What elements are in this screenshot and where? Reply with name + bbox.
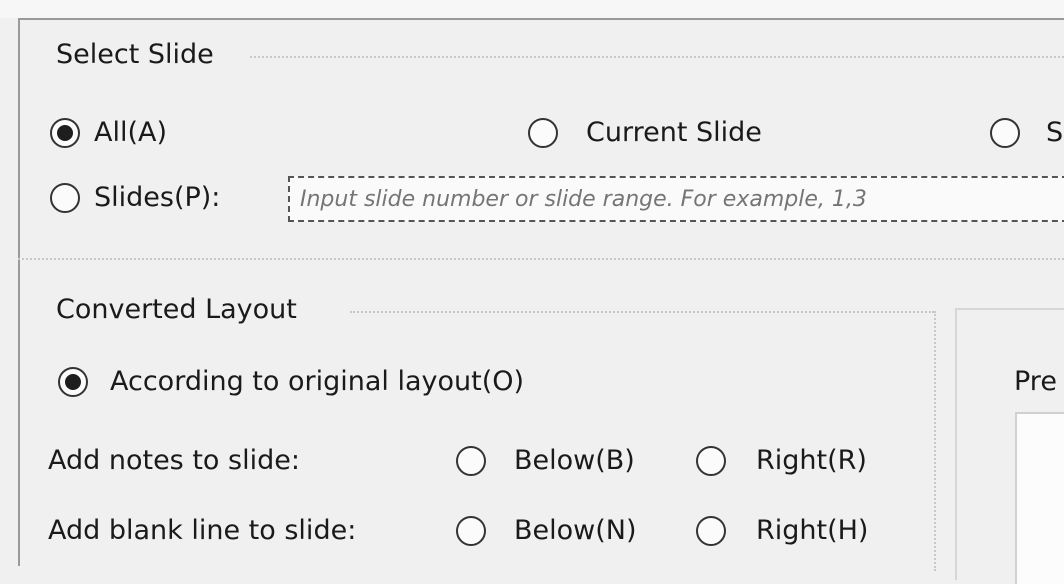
preview-title: Pre	[1014, 366, 1057, 397]
converted-layout-title: Converted Layout	[56, 294, 297, 325]
preview-area	[1015, 412, 1064, 584]
notes-below-label[interactable]: Below(B)	[514, 444, 635, 478]
original-layout-radio[interactable]	[58, 367, 88, 397]
select-slide-title-rule	[250, 56, 1064, 58]
group-separator	[18, 258, 1064, 260]
slides-label[interactable]: Slides(P):	[94, 181, 220, 215]
export-dialog	[18, 18, 1064, 566]
blank-right-radio[interactable]	[696, 516, 726, 546]
selected-slides-radio[interactable]	[990, 118, 1020, 148]
blank-below-radio[interactable]	[456, 516, 486, 546]
notes-below-radio[interactable]	[456, 446, 486, 476]
converted-layout-title-rule	[350, 311, 934, 313]
notes-right-radio[interactable]	[696, 446, 726, 476]
add-notes-label: Add notes to slide:	[48, 445, 300, 476]
window-top-strip	[0, 0, 1064, 18]
all-radio[interactable]	[50, 118, 80, 148]
select-slide-title: Select Slide	[56, 39, 214, 70]
all-label[interactable]: All(A)	[94, 116, 167, 150]
converted-layout-right-rule	[934, 311, 936, 571]
blank-below-label[interactable]: Below(N)	[514, 514, 637, 548]
current-slide-label[interactable]: Current Slide	[586, 116, 762, 150]
add-blank-line-label: Add blank line to slide:	[48, 515, 357, 546]
selected-slides-label[interactable]: S	[1046, 116, 1063, 150]
slides-radio[interactable]	[50, 183, 80, 213]
notes-right-label[interactable]: Right(R)	[756, 444, 867, 478]
slide-range-input[interactable]	[288, 176, 1064, 222]
current-slide-radio[interactable]	[528, 118, 558, 148]
blank-right-label[interactable]: Right(H)	[756, 514, 868, 548]
original-layout-label[interactable]: According to original layout(O)	[110, 365, 524, 399]
